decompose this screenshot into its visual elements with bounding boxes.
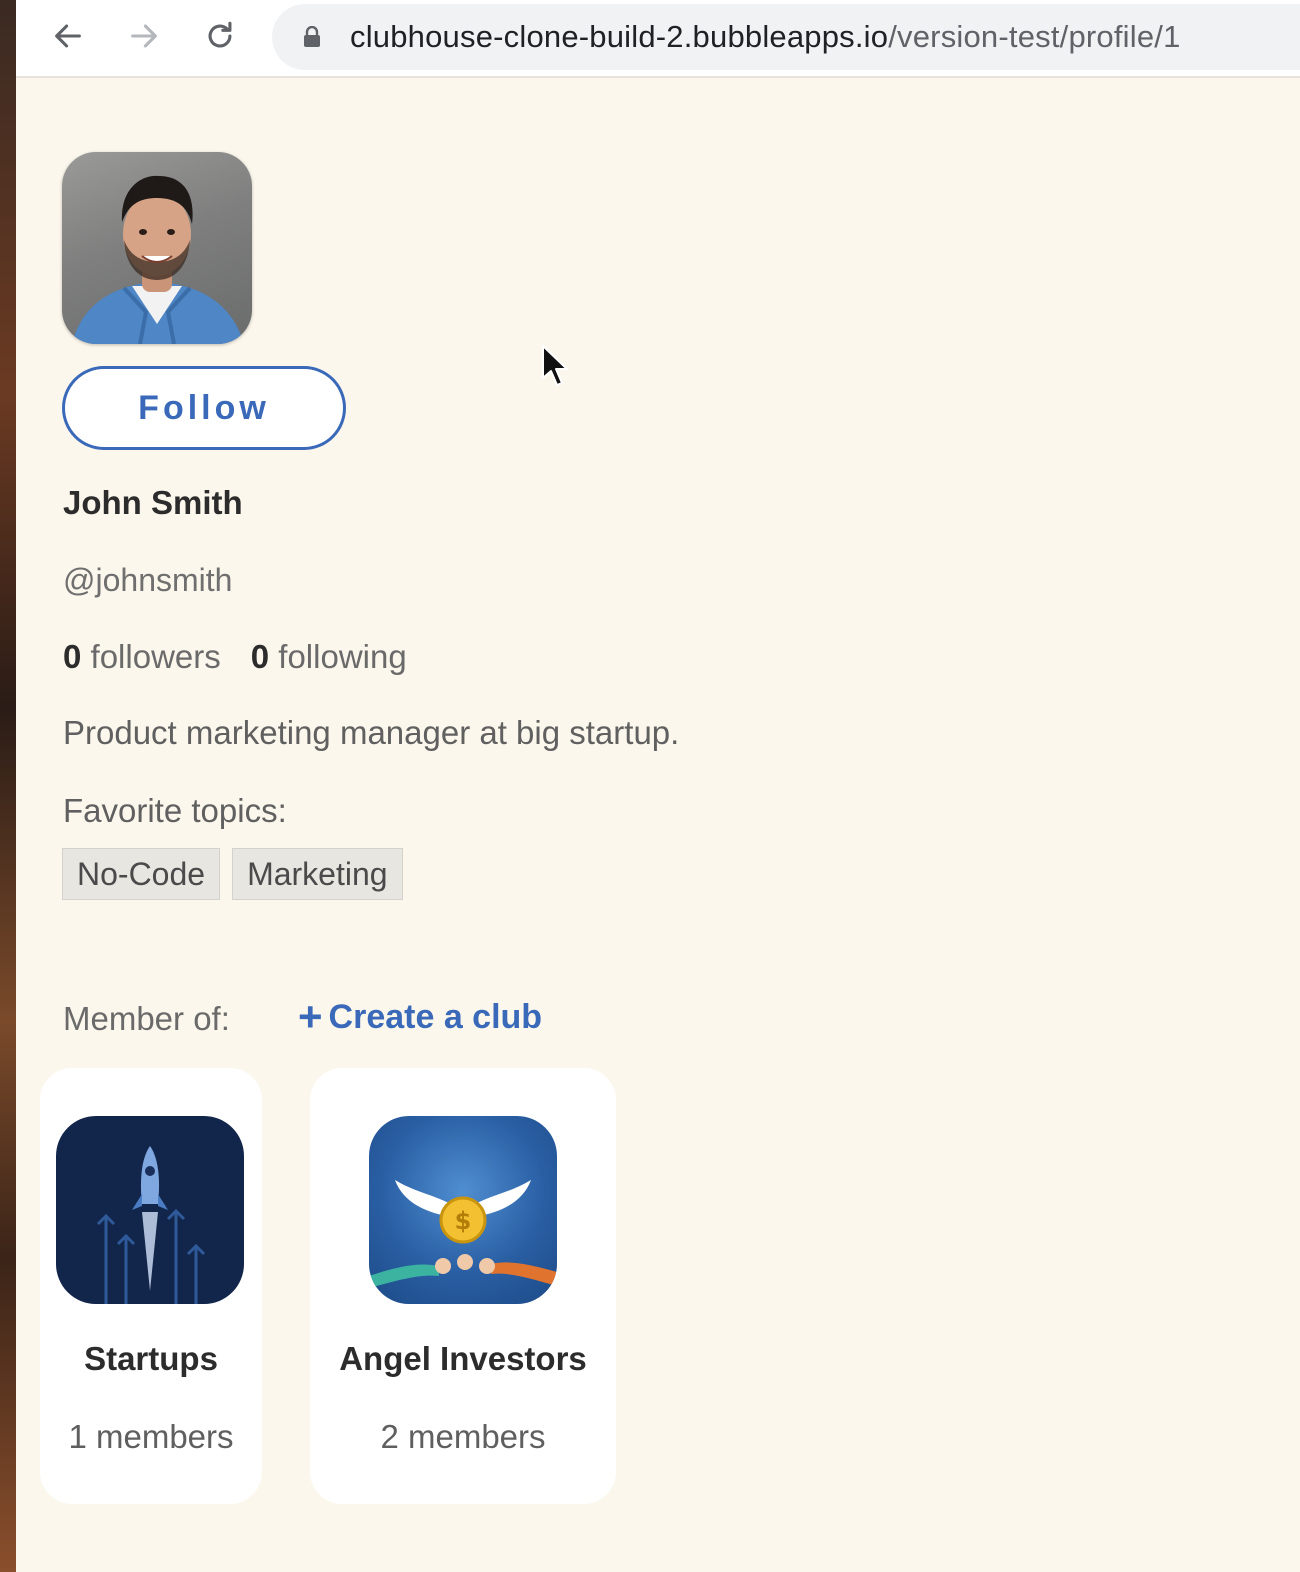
reload-icon (208, 21, 232, 48)
profile-handle: @johnsmith (63, 562, 233, 598)
forward-button[interactable] (122, 14, 166, 58)
browser-toolbar: clubhouse-clone-build-2.bubbleapps.io/ve… (16, 0, 1300, 78)
club-member-count: 1 members (68, 1418, 234, 1455)
following-count: 0 (250, 638, 270, 675)
profile-photo (72, 175, 244, 344)
club-card-startups[interactable]: Startups 1 members (40, 1068, 262, 1504)
following-link[interactable]: 0 following (251, 638, 407, 676)
topic-tag[interactable]: No-Code (62, 848, 221, 900)
reload-button[interactable] (198, 14, 242, 58)
address-bar[interactable]: clubhouse-clone-build-2.bubbleapps.io/ve… (272, 4, 1300, 70)
club-card-angel-investors[interactable]: $ Angel Investors 2 members (310, 1068, 616, 1504)
followers-link[interactable]: 0 followers (63, 638, 221, 676)
club-image-angel-investors: $ (369, 1116, 557, 1304)
back-button[interactable] (46, 14, 90, 58)
arrow-right-icon (131, 24, 157, 48)
background-edge (0, 0, 16, 1572)
club-name: Startups (84, 1340, 218, 1377)
plus-icon: + (298, 993, 323, 1040)
create-club-label: Create a club (328, 997, 543, 1036)
profile-bio: Product marketing manager at big startup… (63, 714, 680, 751)
mouse-cursor-icon (542, 345, 568, 386)
create-club-link[interactable]: + Create a club (298, 996, 542, 1038)
avatar (62, 152, 252, 344)
club-member-count: 2 members (380, 1418, 546, 1455)
svg-text:$: $ (455, 1207, 472, 1235)
following-label: following (278, 638, 407, 675)
follow-stats: 0 followers 0 following (63, 638, 407, 676)
url-domain: clubhouse-clone-build-2.bubbleapps.io (350, 19, 889, 54)
rocket-icon (96, 1146, 206, 1304)
followers-count: 0 (63, 638, 82, 675)
follow-button[interactable]: Follow (62, 366, 346, 450)
url-path: /version-test/profile/1 (888, 19, 1181, 54)
winged-coin-icon: $ (369, 1180, 557, 1288)
club-image-startups (56, 1116, 244, 1304)
topic-list: No-Code Marketing (62, 848, 403, 900)
lock-icon (304, 26, 320, 47)
topic-tag[interactable]: Marketing (232, 848, 403, 900)
favorite-topics-label: Favorite topics: (63, 792, 287, 829)
arrow-left-icon (55, 24, 81, 48)
club-name: Angel Investors (339, 1340, 587, 1377)
url-text: clubhouse-clone-build-2.bubbleapps.io/ve… (350, 19, 1181, 55)
profile-name: John Smith (63, 484, 243, 521)
member-of-label: Member of: (63, 1000, 230, 1037)
followers-label: followers (90, 638, 221, 675)
